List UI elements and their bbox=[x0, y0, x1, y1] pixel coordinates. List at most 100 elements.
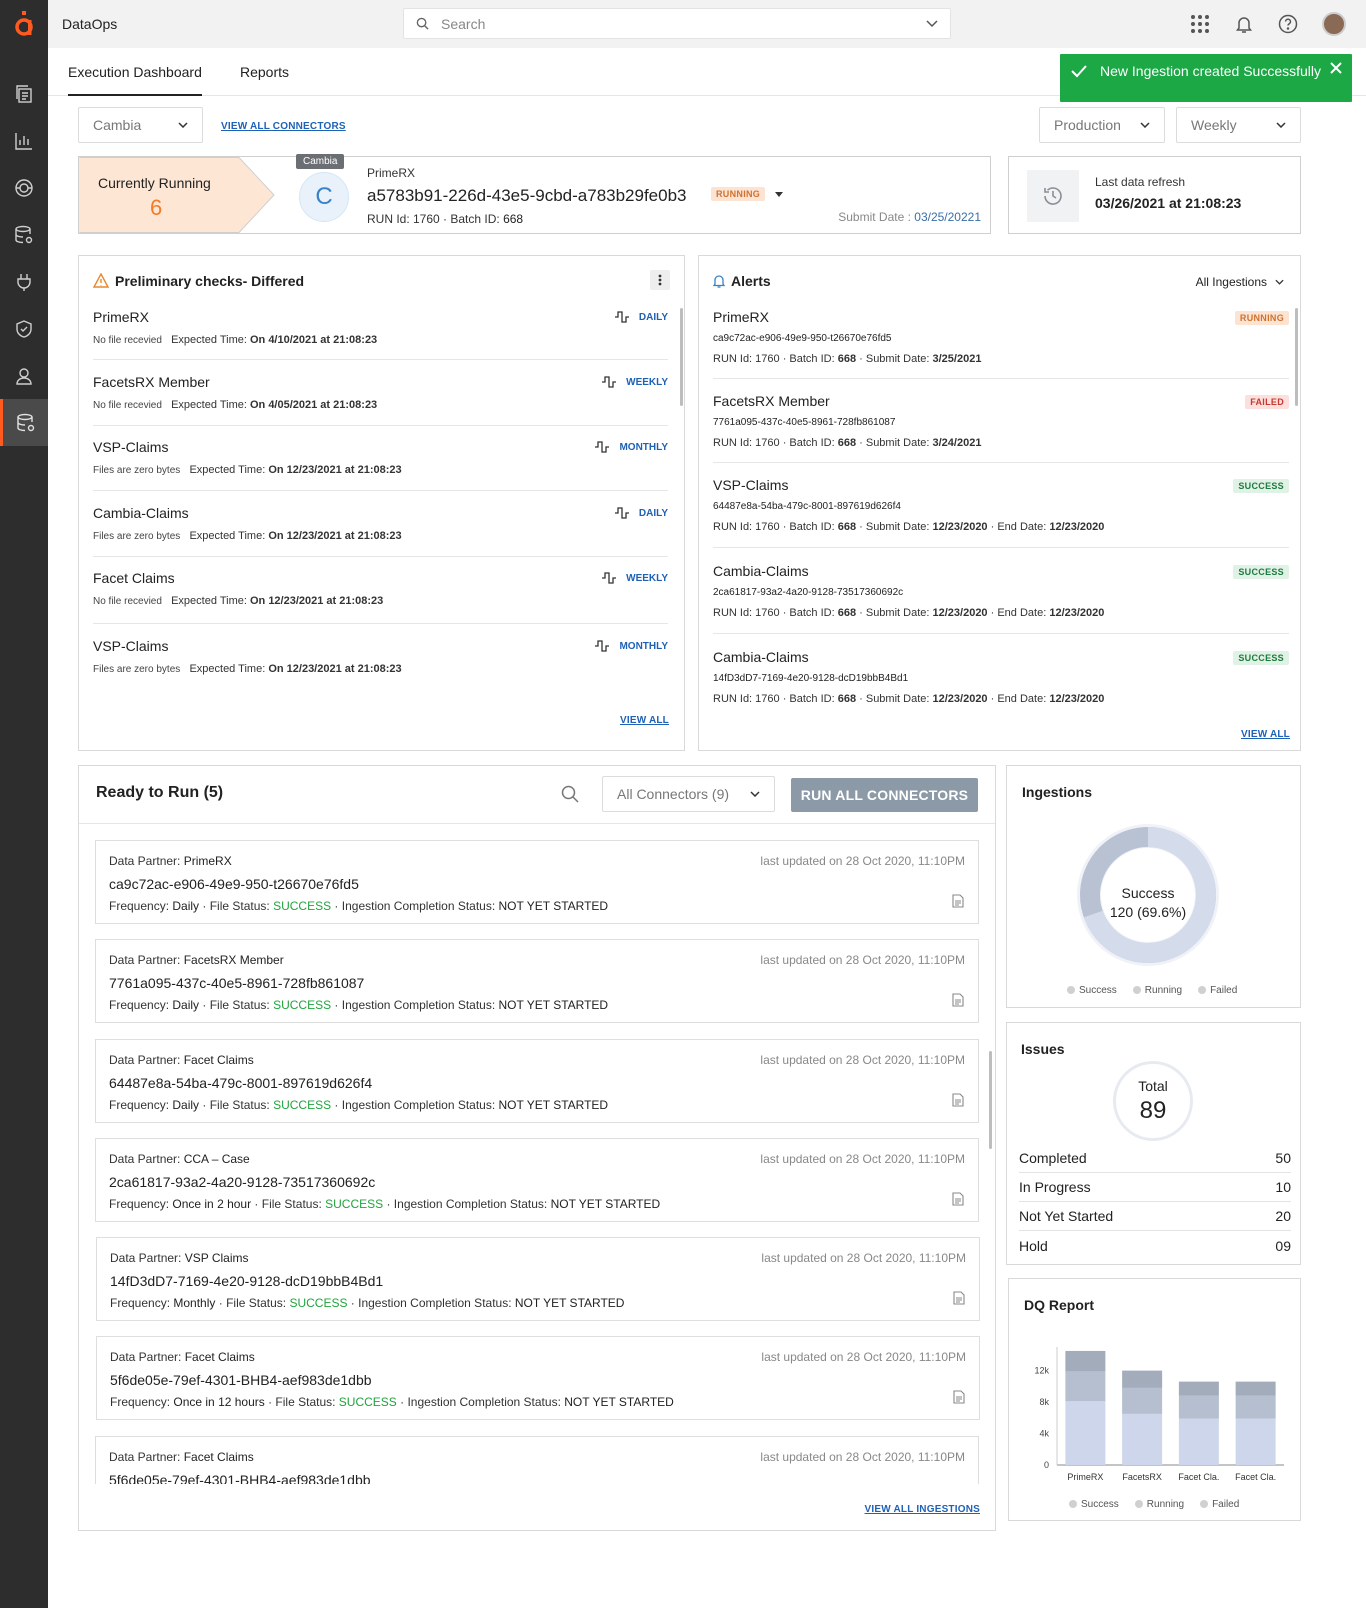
user-nav-icon[interactable] bbox=[0, 352, 48, 399]
ingestion-meta: Frequency: Once in 2 hour · File Status:… bbox=[109, 1197, 661, 1211]
ingestion-card[interactable]: Data Partner: Facet Claims last updated … bbox=[95, 1436, 979, 1488]
dq-report-panel: DQ Report 0 4k 8k 12k PrimeRX FacetsRX Facet C… bbox=[1008, 1278, 1301, 1521]
documents-nav-icon[interactable] bbox=[0, 70, 48, 117]
view-all-link[interactable]: VIEW ALL bbox=[1241, 729, 1290, 740]
ingestion-meta: Frequency: Once in 12 hours · File Statu… bbox=[110, 1395, 674, 1409]
y-tick-label: 0 bbox=[1044, 1460, 1049, 1470]
ingestions-legend: Success Running Failed bbox=[1067, 985, 1237, 996]
more-options-icon[interactable] bbox=[650, 270, 670, 290]
plug-nav-icon[interactable] bbox=[0, 258, 48, 305]
ingestion-card[interactable]: Data Partner: PrimeRX last updated on 28… bbox=[95, 840, 979, 924]
close-icon[interactable] bbox=[1330, 62, 1342, 74]
donut-center-label: Success bbox=[1121, 885, 1175, 901]
bar-failed bbox=[1065, 1350, 1106, 1372]
ingestion-id: ca9c72ac-e906-49e9-950-t26670e76fd5 bbox=[109, 876, 359, 892]
bar-success bbox=[1235, 1418, 1276, 1465]
list-item[interactable]: VSP-Claims Files are zero bytes Expected… bbox=[93, 439, 668, 491]
ingestion-card[interactable]: Data Partner: VSP Claims last updated on… bbox=[96, 1237, 980, 1321]
app-logo[interactable] bbox=[0, 0, 48, 48]
database-settings-nav-icon[interactable] bbox=[0, 211, 48, 258]
prelim-meta: No file recevied Expected Time: On 12/23… bbox=[93, 595, 384, 607]
list-item[interactable]: Facet Claims No file recevied Expected T… bbox=[93, 570, 668, 624]
view-all-ingestions-link[interactable]: VIEW ALL INGESTIONS bbox=[865, 1504, 980, 1515]
alert-item[interactable]: PrimeRX RUNNING ca9c72ac-e906-49e9-950-t… bbox=[713, 309, 1289, 379]
connector-select-value: Cambia bbox=[93, 117, 142, 133]
alerts-filter-select[interactable]: All Ingestions bbox=[1196, 275, 1284, 289]
alert-item[interactable]: Cambia-Claims SUCCESS 14fD3dD7-7169-4e20… bbox=[713, 649, 1289, 707]
issues-total-label: Total bbox=[1138, 1078, 1168, 1094]
environment-select-value: Production bbox=[1054, 117, 1121, 133]
preliminary-checks-panel: Preliminary checks- Differed PrimeRX No … bbox=[78, 255, 685, 751]
avatar[interactable] bbox=[1322, 12, 1346, 36]
ingestions-panel: Ingestions Success 120 (69.6%) Success R… bbox=[1006, 765, 1301, 1008]
document-icon[interactable] bbox=[952, 1093, 964, 1107]
list-item[interactable]: Cambia-Claims Files are zero bytes Expec… bbox=[93, 505, 668, 557]
connector-select[interactable]: Cambia bbox=[78, 107, 203, 143]
scrollbar[interactable] bbox=[989, 1051, 992, 1149]
running-partner: PrimeRX bbox=[367, 166, 416, 180]
last-updated: last updated on 28 Oct 2020, 11:10PM bbox=[760, 1152, 965, 1166]
prelim-name: Cambia-Claims bbox=[93, 505, 189, 521]
data-partner: Data Partner: Facet Claims bbox=[109, 1450, 254, 1464]
data-partner: Data Partner: Facet Claims bbox=[109, 1053, 254, 1067]
view-all-link[interactable]: VIEW ALL bbox=[620, 715, 669, 726]
alert-meta: RUN Id: 1760 · Batch ID: 668 · Submit Da… bbox=[713, 353, 982, 365]
prelim-meta: No file recevied Expected Time: On 4/10/… bbox=[93, 334, 378, 346]
last-updated: last updated on 28 Oct 2020, 11:10PM bbox=[761, 1251, 966, 1265]
environment-select[interactable]: Production bbox=[1039, 107, 1165, 143]
list-item[interactable]: PrimeRX No file recevied Expected Time: … bbox=[93, 309, 668, 360]
ingestion-card[interactable]: Data Partner: Facet Claims last updated … bbox=[96, 1336, 980, 1420]
search-input[interactable]: Search bbox=[403, 8, 951, 39]
ingestion-meta: Frequency: Monthly · File Status: SUCCES… bbox=[110, 1296, 625, 1310]
alert-item[interactable]: VSP-Claims SUCCESS 64487e8a-54ba-479c-80… bbox=[713, 477, 1289, 548]
data-partner: Data Partner: VSP Claims bbox=[110, 1251, 249, 1265]
tab-execution-dashboard[interactable]: Execution Dashboard bbox=[68, 64, 202, 96]
scrollbar[interactable] bbox=[680, 308, 683, 406]
analytics-nav-icon[interactable] bbox=[0, 117, 48, 164]
list-item[interactable]: FacetsRX Member No file recevied Expecte… bbox=[93, 374, 668, 426]
search-placeholder: Search bbox=[441, 15, 486, 32]
frequency-tag: WEEKLY bbox=[602, 376, 668, 388]
document-icon[interactable] bbox=[953, 1390, 965, 1404]
connectors-filter-value: All Connectors (9) bbox=[617, 786, 730, 802]
legend-success: Success bbox=[1069, 1499, 1119, 1510]
shield-nav-icon[interactable] bbox=[0, 305, 48, 352]
x-tick-label: Facet Cla. bbox=[1178, 1472, 1219, 1482]
issues-row: In Progress 10 bbox=[1019, 1173, 1291, 1202]
document-icon[interactable] bbox=[952, 894, 964, 908]
status-badge: FAILED bbox=[1245, 395, 1289, 409]
api-nav-icon[interactable] bbox=[0, 164, 48, 211]
tab-reports[interactable]: Reports bbox=[240, 64, 289, 80]
ingestion-card[interactable]: Data Partner: Facet Claims last updated … bbox=[95, 1039, 979, 1123]
chevron-down-icon bbox=[926, 19, 938, 27]
ingestion-id: 2ca61817-93a2-4a20-9128-73517360692c bbox=[109, 1174, 376, 1190]
document-icon[interactable] bbox=[952, 1192, 964, 1206]
alert-name: FacetsRX Member bbox=[713, 393, 830, 409]
list-item[interactable]: VSP-Claims Files are zero bytes Expected… bbox=[93, 638, 668, 678]
document-icon[interactable] bbox=[952, 993, 964, 1007]
last-updated: last updated on 28 Oct 2020, 11:10PM bbox=[760, 1450, 965, 1464]
pulse-icon bbox=[595, 441, 610, 453]
check-icon bbox=[1071, 65, 1087, 78]
search-icon[interactable] bbox=[561, 785, 579, 803]
legend-failed: Failed bbox=[1200, 1499, 1239, 1510]
frequency-tag: DAILY bbox=[614, 311, 668, 323]
chevron-down-icon[interactable] bbox=[775, 192, 783, 198]
scrollbar[interactable] bbox=[1295, 308, 1298, 406]
bell-icon[interactable] bbox=[1234, 14, 1254, 34]
ingestion-card[interactable]: Data Partner: FacetsRX Member last updat… bbox=[95, 939, 979, 1023]
alert-item[interactable]: Cambia-Claims SUCCESS 2ca61817-93a2-4a20… bbox=[713, 563, 1289, 634]
connectors-filter-select[interactable]: All Connectors (9) bbox=[602, 776, 775, 812]
help-icon[interactable] bbox=[1278, 14, 1298, 34]
document-icon[interactable] bbox=[953, 1291, 965, 1305]
view-all-connectors-link[interactable]: VIEW ALL CONNECTORS bbox=[221, 121, 346, 132]
status-badge: RUNNING bbox=[711, 187, 766, 201]
dataops-nav-icon[interactable] bbox=[0, 399, 48, 446]
ingestion-card[interactable]: Data Partner: CCA – Case last updated on… bbox=[95, 1138, 979, 1222]
apps-grid-icon[interactable] bbox=[1190, 14, 1210, 34]
run-all-connectors-button[interactable]: RUN ALL CONNECTORS bbox=[791, 778, 978, 812]
alert-item[interactable]: FacetsRX Member FAILED 7761a095-437c-40e… bbox=[713, 393, 1289, 463]
ingestion-id: 64487e8a-54ba-479c-8001-897619d626f4 bbox=[109, 1075, 373, 1091]
period-select[interactable]: Weekly bbox=[1176, 107, 1301, 143]
bar-failed bbox=[1122, 1370, 1163, 1388]
